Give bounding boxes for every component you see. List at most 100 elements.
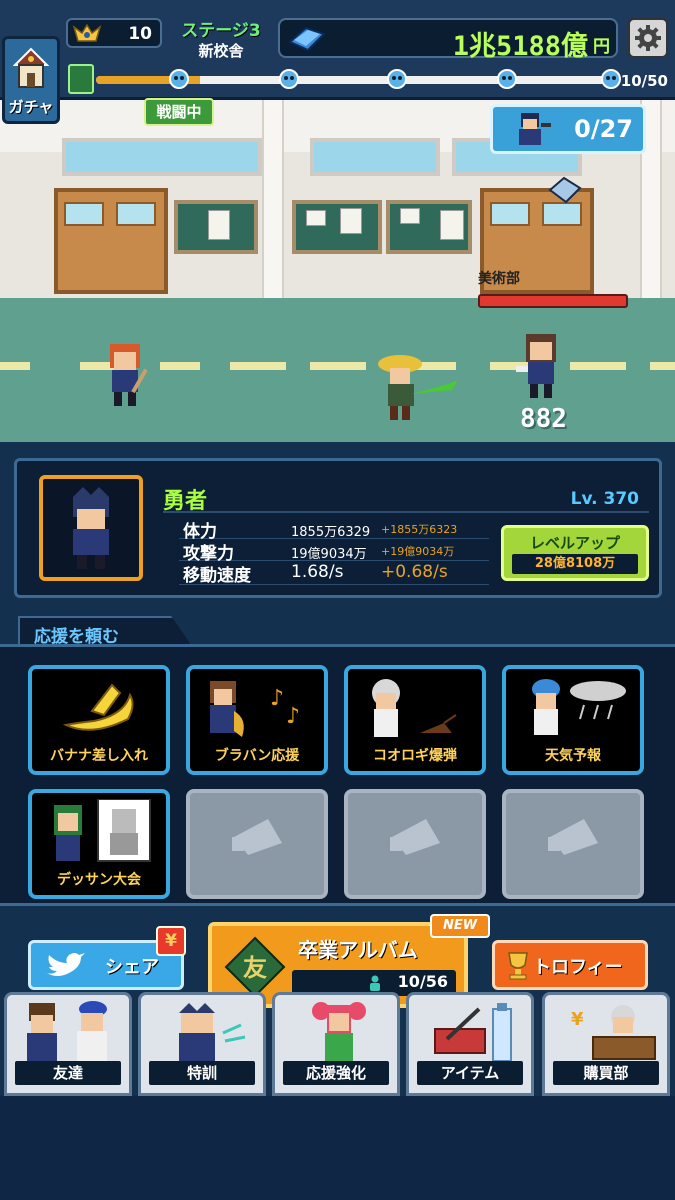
skill-cricket-bomb[interactable]: コオロギ爆弾 [344, 665, 486, 775]
door-window [116, 202, 156, 226]
tab-label: 応援強化 [283, 1061, 389, 1085]
floor-line [0, 362, 30, 370]
stage-name: 新校舎 [198, 42, 244, 60]
megaphone-icon [548, 819, 598, 855]
level-up-label: レベルアップ [529, 534, 620, 552]
trophy-label: トロフィー [533, 957, 623, 978]
bottom-safe-area [0, 1096, 675, 1200]
level-up-cost: 28億8108万 [512, 554, 638, 574]
stat-bonus: +1855万6323 [381, 523, 458, 536]
stat-row-speed: 移動速度 1.68/s +0.68/s [179, 561, 489, 586]
album-count: 10/56 [397, 972, 448, 991]
skill-brass-band[interactable]: ♪ ♪ ブラバン応援 [186, 665, 328, 775]
stage-title: ステージ3 [181, 21, 261, 41]
stat-bonus: +19億9034万 [381, 545, 455, 558]
stat-row-hp: 体力 1855万6329 +1855万6323 [179, 517, 489, 542]
friends-icon [27, 1001, 107, 1063]
skill-name: デッサン大会 [57, 872, 141, 888]
hero-avatar-icon [73, 487, 109, 569]
gacha-button[interactable]: ガチャ [2, 36, 60, 124]
money-display: 1兆5188億 円 [278, 18, 618, 62]
album-book-icon: 友 [224, 936, 286, 998]
enemy-marker-icon [169, 69, 189, 89]
skill-slot-locked[interactable] [502, 789, 644, 899]
tab-label: 特訓 [149, 1061, 255, 1085]
ally-student-sprite [110, 344, 148, 406]
tab-school-store[interactable]: ¥ 購買部 [542, 992, 670, 1096]
tab-label: 購買部 [553, 1061, 659, 1085]
stat-value: 1.68/s [291, 562, 344, 582]
wall-pillar [262, 100, 284, 310]
yen-badge: ¥ [156, 926, 186, 956]
skill-weather-forecast[interactable]: 天気予報 [502, 665, 644, 775]
skill-slot-locked[interactable] [344, 789, 486, 899]
skill-sketch-contest[interactable]: デッサン大会 [28, 789, 170, 899]
svg-text:♪: ♪ [270, 686, 284, 711]
floor-line [160, 362, 200, 370]
money-unit: 円 [593, 37, 610, 57]
start-flag-icon [68, 64, 94, 94]
hero-level: Lv. 370 [570, 489, 639, 509]
new-badge: NEW [430, 914, 490, 938]
tab-support-upgrade[interactable]: 応援強化 [272, 992, 400, 1096]
stat-value: 19億9034万 [291, 547, 367, 562]
level-up-button[interactable]: レベルアップ 28億8108万 [501, 525, 649, 581]
divider [163, 511, 649, 513]
brass-band-icon: ♪ ♪ [210, 681, 300, 737]
svg-text:¥: ¥ [571, 1009, 584, 1030]
hero-status-panel: 勇者 Lv. 370 体力 1855万6329 +1855万6323 攻撃力 1… [14, 458, 662, 598]
stat-label: 移動速度 [183, 566, 251, 586]
enemy-marker-icon [279, 69, 299, 89]
sketch-contest-icon [54, 799, 151, 862]
art-club-enemy-sprite [516, 334, 556, 398]
skill-slot-locked[interactable] [186, 789, 328, 899]
floor-line [310, 362, 366, 370]
tab-training[interactable]: 特訓 [138, 992, 266, 1096]
floor-line [570, 362, 626, 370]
tab-label: アイテム [417, 1061, 523, 1085]
hero-sprite [378, 355, 458, 420]
school-house-icon [13, 47, 49, 88]
boss-marker-icon [601, 69, 621, 89]
person-icon [370, 975, 380, 991]
floor-line [230, 362, 286, 370]
damage-number: 882 [520, 404, 567, 434]
support-skills-grid: バナナ差し入れ ♪ ♪ ブラバン応援 コオロギ爆弾 天気予報 デッサン大会 [0, 644, 675, 906]
cheerleader-icon [312, 1002, 366, 1061]
album-book-glyph: 友 [243, 953, 267, 982]
skill-banana[interactable]: バナナ差し入れ [28, 665, 170, 775]
classroom-door [54, 188, 168, 294]
tab-label: 友達 [15, 1061, 121, 1085]
wave-progress: 10/50 [68, 64, 668, 98]
settings-button[interactable] [628, 18, 668, 58]
stat-bonus: +0.68/s [381, 562, 448, 582]
game-screen: 10 ステージ3 新校舎 1兆5188億 円 10/50 ガチャ 戦闘中 0/2… [0, 0, 675, 1200]
classroom-window [310, 138, 440, 176]
door-window [490, 202, 530, 226]
kill-count: 0/27 [574, 115, 633, 143]
player-level-badge: 10 [66, 18, 162, 48]
classroom-window [62, 138, 262, 176]
twitter-bird-icon [47, 953, 85, 976]
tab-items[interactable]: アイテム [406, 992, 534, 1096]
hero-portrait[interactable] [39, 475, 143, 581]
enemy-marker-icon [497, 69, 517, 89]
bottom-menu: シェア ¥ 友 卒業アルバム 10/56 NEW トロフィー 友達 特訓 応援強… [0, 908, 675, 1200]
gear-icon [635, 25, 661, 51]
trophy-icon [508, 952, 528, 980]
notice-paper [208, 210, 230, 240]
top-hud: 10 ステージ3 新校舎 1兆5188億 円 10/50 [0, 0, 675, 100]
kill-counter: 0/27 [490, 104, 646, 154]
notice-paper [340, 208, 362, 234]
notice-paper [400, 208, 420, 224]
megaphone-icon [232, 819, 282, 855]
trophy-button[interactable]: トロフィー [492, 940, 648, 990]
wing-crest-icon [72, 23, 102, 42]
door-window [64, 202, 104, 226]
battle-status-badge: 戦闘中 [144, 98, 214, 126]
svg-text:♪: ♪ [286, 704, 300, 729]
tab-friends[interactable]: 友達 [4, 992, 132, 1096]
album-title: 卒業アルバム [298, 938, 418, 962]
bulletin-board [386, 200, 472, 254]
money-amount: 1兆5188億 [452, 31, 588, 62]
